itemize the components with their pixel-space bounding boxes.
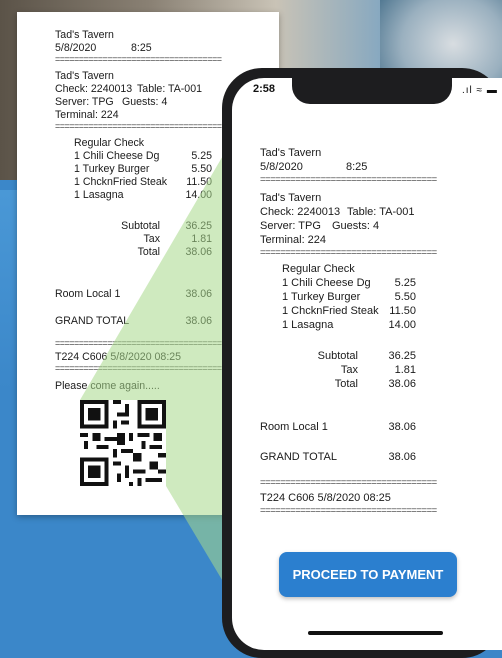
paper-date: 5/8/2020 bbox=[55, 42, 97, 54]
paper-separator: =================================== bbox=[55, 363, 222, 373]
paper-time: 8:25 bbox=[131, 42, 152, 54]
phone-separator: =================================== bbox=[260, 247, 437, 258]
paper-total-label: Total bbox=[137, 246, 160, 258]
paper-separator: =================================== bbox=[55, 121, 222, 131]
paper-item-price: 5.25 bbox=[191, 150, 212, 162]
phone-item-price: 14.00 bbox=[388, 319, 416, 331]
phone-grand-value: 38.06 bbox=[388, 451, 416, 463]
phone-item-name: 1 Lasagna bbox=[282, 319, 334, 331]
paper-section: Regular Check bbox=[74, 137, 145, 149]
phone-store: Tad's Tavern bbox=[260, 147, 322, 159]
paper-separator: =================================== bbox=[55, 338, 222, 348]
proceed-to-payment-button[interactable]: PROCEED TO PAYMENT bbox=[279, 552, 457, 597]
phone-guests: Guests: 4 bbox=[332, 220, 380, 232]
phone-room-value: 38.06 bbox=[388, 421, 416, 433]
phone-separator: =================================== bbox=[260, 505, 437, 516]
phone-date: 5/8/2020 bbox=[260, 161, 303, 173]
paper-thanks: Please come again..... bbox=[55, 380, 160, 392]
paper-item-price: 5.50 bbox=[191, 163, 212, 175]
phone-time: 8:25 bbox=[346, 161, 368, 173]
paper-footer-code: T224 C606 5/8/2020 08:25 bbox=[55, 351, 182, 363]
paper-guests: Guests: 4 bbox=[122, 96, 168, 108]
paper-separator: =================================== bbox=[55, 54, 222, 64]
phone-item-price: 5.25 bbox=[394, 277, 416, 289]
phone-notch bbox=[292, 78, 452, 104]
phone-check: Check: 2240013 bbox=[260, 206, 341, 218]
phone-room-label: Room Local 1 bbox=[260, 421, 328, 433]
phone-item-price: 5.50 bbox=[394, 291, 416, 303]
paper-store: Tad's Tavern bbox=[55, 29, 114, 41]
paper-check: Check: 2240013 bbox=[55, 83, 133, 95]
phone-footer-code: T224 C606 5/8/2020 08:25 bbox=[260, 492, 391, 504]
home-indicator[interactable] bbox=[308, 631, 443, 635]
paper-item-name: 1 Turkey Burger bbox=[74, 163, 150, 175]
paper-table: Table: TA-001 bbox=[137, 83, 202, 95]
paper-store2: Tad's Tavern bbox=[55, 70, 114, 82]
paper-item-name: 1 Chili Cheese Dg bbox=[74, 150, 160, 162]
paper-item-name: 1 Lasagna bbox=[74, 189, 124, 201]
phone-section: Regular Check bbox=[282, 263, 355, 275]
phone-terminal: Terminal: 224 bbox=[260, 234, 327, 246]
paper-item-name: 1 ChcknFried Steak bbox=[74, 176, 168, 188]
phone-separator: =================================== bbox=[260, 477, 437, 488]
phone-item-price: 11.50 bbox=[389, 305, 416, 317]
phone-tax-label: Tax bbox=[340, 364, 358, 376]
paper-grand-label: GRAND TOTAL bbox=[55, 315, 130, 327]
phone-subtotal: 36.25 bbox=[388, 350, 416, 362]
phone-separator: =================================== bbox=[260, 174, 437, 185]
phone-tax: 1.81 bbox=[394, 364, 416, 376]
qr-code bbox=[80, 400, 166, 486]
paper-subtotal-label: Subtotal bbox=[121, 220, 160, 232]
phone-total: 38.06 bbox=[388, 378, 416, 390]
paper-server: Server: TPG bbox=[55, 96, 114, 108]
paper-room-label: Room Local 1 bbox=[55, 288, 121, 300]
phone-grand-label: GRAND TOTAL bbox=[260, 451, 338, 463]
paper-subtotal: 36.25 bbox=[185, 220, 212, 232]
phone-item-name: 1 ChcknFried Steak bbox=[282, 305, 379, 317]
paper-item-price: 14.00 bbox=[185, 189, 212, 201]
paper-total: 38.06 bbox=[185, 246, 212, 258]
paper-tax-label: Tax bbox=[143, 233, 161, 245]
phone-subtotal-label: Subtotal bbox=[317, 350, 358, 362]
paper-item-price: 11.50 bbox=[186, 176, 212, 188]
paper-terminal: Terminal: 224 bbox=[55, 109, 119, 121]
phone-table: Table: TA-001 bbox=[347, 206, 415, 218]
status-icons: .ıl ≈ ▬ bbox=[462, 85, 498, 96]
status-time: 2:58 bbox=[253, 83, 276, 95]
paper-grand-value: 38.06 bbox=[185, 315, 212, 327]
phone-store2: Tad's Tavern bbox=[260, 192, 322, 204]
phone-server: Server: TPG bbox=[260, 220, 321, 232]
paper-room-value: 38.06 bbox=[185, 288, 212, 300]
paper-tax: 1.81 bbox=[191, 233, 212, 245]
phone-total-label: Total bbox=[334, 378, 358, 390]
proceed-to-payment-label: PROCEED TO PAYMENT bbox=[292, 567, 444, 582]
phone-item-name: 1 Chili Cheese Dg bbox=[282, 277, 371, 289]
phone-item-name: 1 Turkey Burger bbox=[282, 291, 361, 303]
